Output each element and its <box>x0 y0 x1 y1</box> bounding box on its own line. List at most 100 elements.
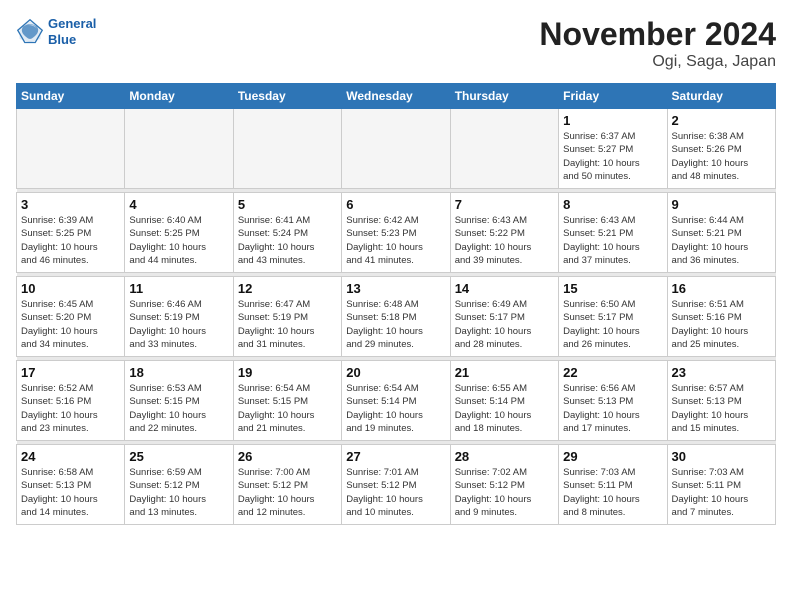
day-info: Sunrise: 6:49 AM Sunset: 5:17 PM Dayligh… <box>455 298 554 351</box>
calendar-cell: 1Sunrise: 6:37 AM Sunset: 5:27 PM Daylig… <box>559 109 667 189</box>
day-number: 29 <box>563 449 662 464</box>
calendar-cell: 12 Sunrise: 6:47 AM Sunset: 5:19 PM Dayli… <box>233 277 341 357</box>
weekday-header-sunday: Sunday <box>17 84 125 109</box>
page-header: General Blue November 2024 Ogi, Saga, Ja… <box>16 16 776 71</box>
weekday-header-row: SundayMondayTuesdayWednesdayThursdayFrid… <box>17 84 776 109</box>
calendar-cell: 13Sunrise: 6:48 AM Sunset: 5:18 PM Dayli… <box>342 277 450 357</box>
day-number: 18 <box>129 365 228 380</box>
day-number: 11 <box>129 281 228 296</box>
calendar-cell: 5 Sunrise: 6:41 AM Sunset: 5:24 PM Daylig… <box>233 193 341 273</box>
day-number: 25 <box>129 449 228 464</box>
day-info: Sunrise: 6:38 AM Sunset: 5:26 PM Dayligh… <box>672 130 771 183</box>
calendar-cell: 21Sunrise: 6:55 AM Sunset: 5:14 PM Dayli… <box>450 361 558 441</box>
day-number: 17 <box>21 365 120 380</box>
calendar-cell <box>450 109 558 189</box>
day-info: Sunrise: 6:53 AM Sunset: 5:15 PM Dayligh… <box>129 382 228 435</box>
day-number: 4 <box>129 197 228 212</box>
calendar-cell: 23Sunrise: 6:57 AM Sunset: 5:13 PM Dayli… <box>667 361 775 441</box>
calendar-cell: 17Sunrise: 6:52 AM Sunset: 5:16 PM Dayli… <box>17 361 125 441</box>
day-info: Sunrise: 6:54 AM Sunset: 5:14 PM Dayligh… <box>346 382 445 435</box>
day-info: Sunrise: 7:00 AM Sunset: 5:12 PM Dayligh… <box>238 466 337 519</box>
calendar-cell: 25 Sunrise: 6:59 AM Sunset: 5:12 PM Dayli… <box>125 445 233 525</box>
day-number: 12 <box>238 281 337 296</box>
day-info: Sunrise: 6:51 AM Sunset: 5:16 PM Dayligh… <box>672 298 771 351</box>
title-block: November 2024 Ogi, Saga, Japan <box>539 16 776 71</box>
day-number: 24 <box>21 449 120 464</box>
day-number: 28 <box>455 449 554 464</box>
day-info: Sunrise: 6:47 AM Sunset: 5:19 PM Dayligh… <box>238 298 337 351</box>
day-info: Sunrise: 6:46 AM Sunset: 5:19 PM Dayligh… <box>129 298 228 351</box>
day-info: Sunrise: 6:54 AM Sunset: 5:15 PM Dayligh… <box>238 382 337 435</box>
day-number: 15 <box>563 281 662 296</box>
calendar-cell: 30 Sunrise: 7:03 AM Sunset: 5:11 PM Dayli… <box>667 445 775 525</box>
calendar-cell: 14 Sunrise: 6:49 AM Sunset: 5:17 PM Dayli… <box>450 277 558 357</box>
day-info: Sunrise: 6:55 AM Sunset: 5:14 PM Dayligh… <box>455 382 554 435</box>
weekday-header-saturday: Saturday <box>667 84 775 109</box>
calendar-cell: 18 Sunrise: 6:53 AM Sunset: 5:15 PM Dayli… <box>125 361 233 441</box>
day-info: Sunrise: 6:43 AM Sunset: 5:21 PM Dayligh… <box>563 214 662 267</box>
day-info: Sunrise: 6:45 AM Sunset: 5:20 PM Dayligh… <box>21 298 120 351</box>
day-info: Sunrise: 6:43 AM Sunset: 5:22 PM Dayligh… <box>455 214 554 267</box>
day-number: 7 <box>455 197 554 212</box>
day-number: 5 <box>238 197 337 212</box>
calendar-cell: 20 Sunrise: 6:54 AM Sunset: 5:14 PM Dayli… <box>342 361 450 441</box>
calendar-week-row: 10 Sunrise: 6:45 AM Sunset: 5:20 PM Dayli… <box>17 277 776 357</box>
day-number: 10 <box>21 281 120 296</box>
month-title: November 2024 <box>539 16 776 53</box>
day-number: 22 <box>563 365 662 380</box>
calendar-cell: 8 Sunrise: 6:43 AM Sunset: 5:21 PM Daylig… <box>559 193 667 273</box>
day-number: 3 <box>21 197 120 212</box>
day-number: 2 <box>672 113 771 128</box>
day-info: Sunrise: 6:42 AM Sunset: 5:23 PM Dayligh… <box>346 214 445 267</box>
logo-line1: General <box>48 16 96 32</box>
day-number: 27 <box>346 449 445 464</box>
calendar-cell: 4 Sunrise: 6:40 AM Sunset: 5:25 PM Daylig… <box>125 193 233 273</box>
calendar-cell: 27 Sunrise: 7:01 AM Sunset: 5:12 PM Dayli… <box>342 445 450 525</box>
day-info: Sunrise: 6:59 AM Sunset: 5:12 PM Dayligh… <box>129 466 228 519</box>
day-number: 6 <box>346 197 445 212</box>
calendar-cell: 22Sunrise: 6:56 AM Sunset: 5:13 PM Dayli… <box>559 361 667 441</box>
calendar-cell: 28 Sunrise: 7:02 AM Sunset: 5:12 PM Dayli… <box>450 445 558 525</box>
calendar-cell: 6 Sunrise: 6:42 AM Sunset: 5:23 PM Daylig… <box>342 193 450 273</box>
day-info: Sunrise: 6:39 AM Sunset: 5:25 PM Dayligh… <box>21 214 120 267</box>
day-number: 30 <box>672 449 771 464</box>
day-info: Sunrise: 6:48 AM Sunset: 5:18 PM Dayligh… <box>346 298 445 351</box>
logo: General Blue <box>16 16 96 47</box>
location-title: Ogi, Saga, Japan <box>539 53 776 71</box>
calendar-cell <box>342 109 450 189</box>
day-info: Sunrise: 7:01 AM Sunset: 5:12 PM Dayligh… <box>346 466 445 519</box>
logo-line2: Blue <box>48 32 96 48</box>
calendar-cell: 2 Sunrise: 6:38 AM Sunset: 5:26 PM Daylig… <box>667 109 775 189</box>
day-info: Sunrise: 6:41 AM Sunset: 5:24 PM Dayligh… <box>238 214 337 267</box>
calendar-cell: 16 Sunrise: 6:51 AM Sunset: 5:16 PM Dayli… <box>667 277 775 357</box>
calendar-cell: 29Sunrise: 7:03 AM Sunset: 5:11 PM Dayli… <box>559 445 667 525</box>
day-info: Sunrise: 7:02 AM Sunset: 5:12 PM Dayligh… <box>455 466 554 519</box>
day-number: 8 <box>563 197 662 212</box>
day-info: Sunrise: 6:50 AM Sunset: 5:17 PM Dayligh… <box>563 298 662 351</box>
day-number: 9 <box>672 197 771 212</box>
logo-icon <box>16 18 44 46</box>
calendar-cell: 3 Sunrise: 6:39 AM Sunset: 5:25 PM Daylig… <box>17 193 125 273</box>
day-number: 20 <box>346 365 445 380</box>
weekday-header-tuesday: Tuesday <box>233 84 341 109</box>
calendar-week-row: 3 Sunrise: 6:39 AM Sunset: 5:25 PM Daylig… <box>17 193 776 273</box>
calendar-week-row: 24Sunrise: 6:58 AM Sunset: 5:13 PM Dayli… <box>17 445 776 525</box>
day-number: 14 <box>455 281 554 296</box>
day-number: 26 <box>238 449 337 464</box>
day-info: Sunrise: 6:37 AM Sunset: 5:27 PM Dayligh… <box>563 130 662 183</box>
calendar-cell <box>233 109 341 189</box>
calendar-week-row: 1Sunrise: 6:37 AM Sunset: 5:27 PM Daylig… <box>17 109 776 189</box>
logo-text: General Blue <box>48 16 96 47</box>
calendar-cell: 7 Sunrise: 6:43 AM Sunset: 5:22 PM Daylig… <box>450 193 558 273</box>
day-info: Sunrise: 7:03 AM Sunset: 5:11 PM Dayligh… <box>672 466 771 519</box>
calendar-cell <box>17 109 125 189</box>
calendar-cell: 19Sunrise: 6:54 AM Sunset: 5:15 PM Dayli… <box>233 361 341 441</box>
day-number: 16 <box>672 281 771 296</box>
day-info: Sunrise: 6:40 AM Sunset: 5:25 PM Dayligh… <box>129 214 228 267</box>
calendar-cell: 11 Sunrise: 6:46 AM Sunset: 5:19 PM Dayli… <box>125 277 233 357</box>
calendar-cell: 26 Sunrise: 7:00 AM Sunset: 5:12 PM Dayli… <box>233 445 341 525</box>
weekday-header-wednesday: Wednesday <box>342 84 450 109</box>
calendar-table: SundayMondayTuesdayWednesdayThursdayFrid… <box>16 83 776 525</box>
weekday-header-thursday: Thursday <box>450 84 558 109</box>
day-info: Sunrise: 6:44 AM Sunset: 5:21 PM Dayligh… <box>672 214 771 267</box>
